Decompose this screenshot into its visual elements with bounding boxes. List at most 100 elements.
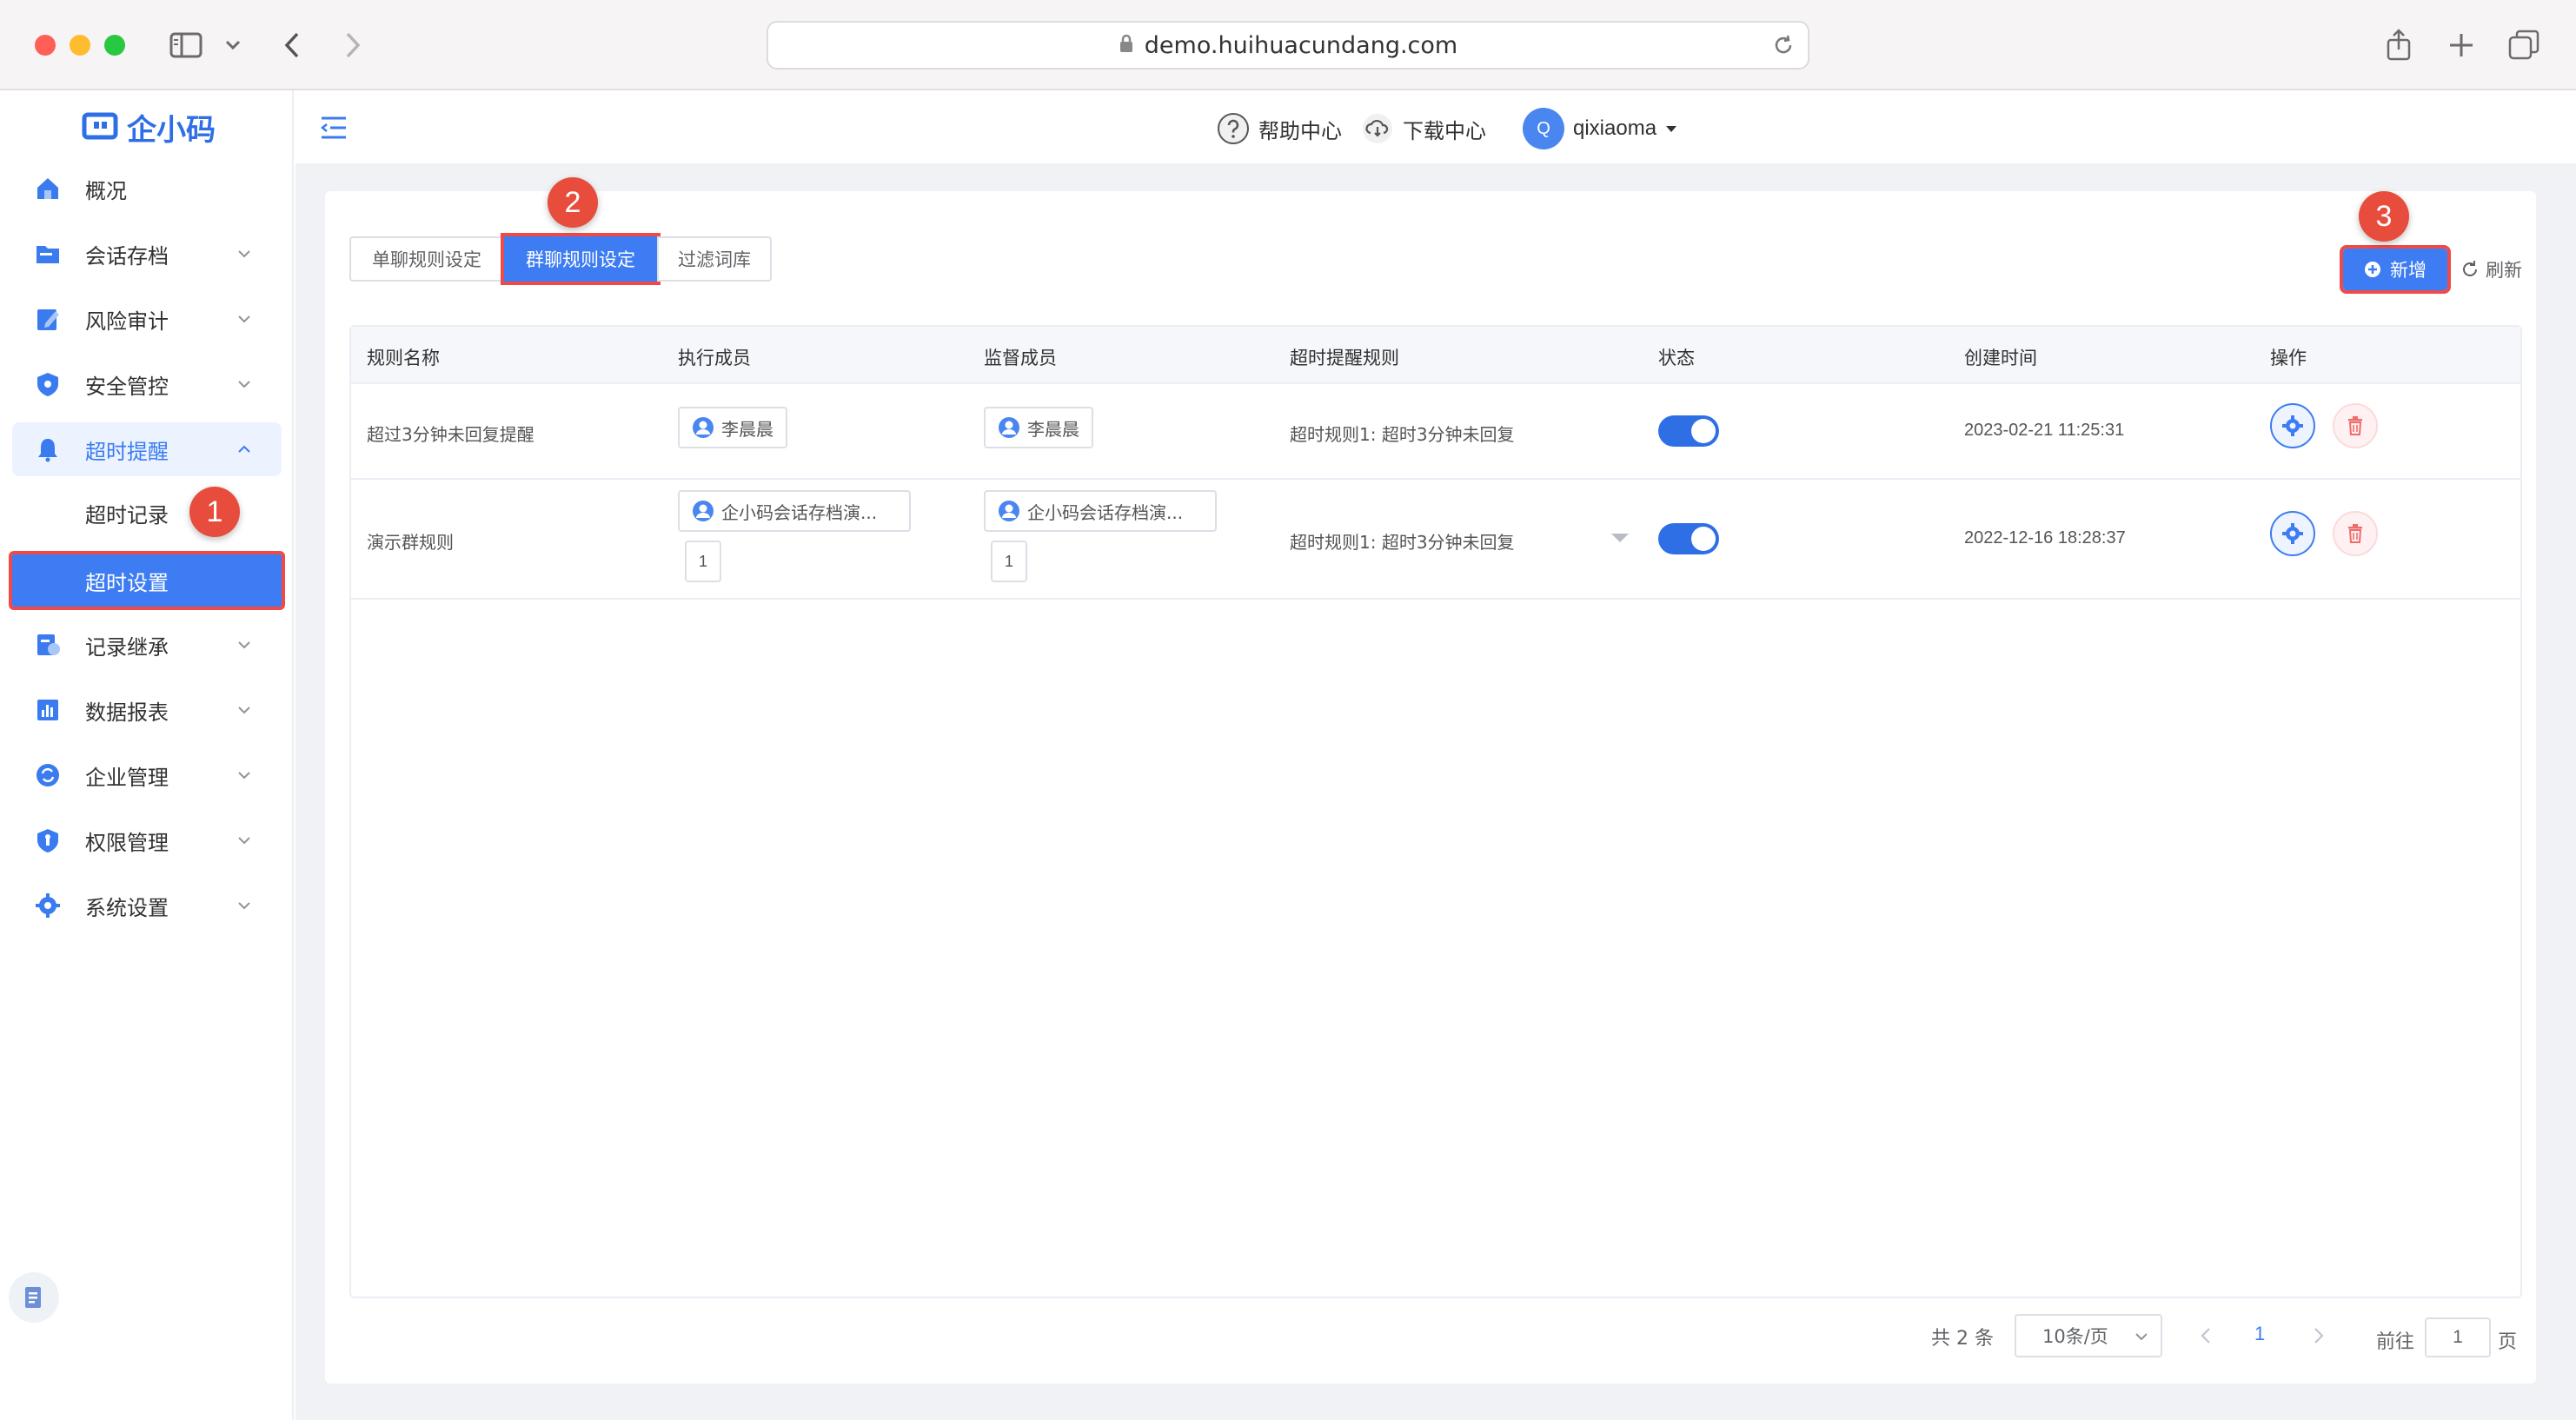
sidebar-item-record-inheritance[interactable]: 记录继承 (12, 618, 282, 672)
sidebar-subitem-timeout-records[interactable]: 超时记录 (12, 487, 282, 539)
edit-document-icon (37, 309, 59, 330)
sidebar-item-system-settings[interactable]: 系统设置 (12, 879, 282, 932)
browser-toolbar: demo.huihuacundang.com (0, 0, 2576, 90)
sidebar-subitem-timeout-settings[interactable]: 超时设置 (9, 551, 285, 610)
pagination-total: 共 2 条 (1931, 1328, 1994, 1350)
download-center-link[interactable]: 下载中心 (1361, 109, 1486, 148)
chevron-down-icon (238, 772, 250, 780)
document-fab[interactable] (9, 1272, 59, 1323)
status-toggle[interactable] (1658, 523, 1719, 554)
username: qixiaoma (1573, 116, 1657, 140)
sidebar-item-permission-management[interactable]: 权限管理 (12, 813, 282, 867)
sidebar-toggle-icon[interactable] (167, 24, 205, 66)
help-center-link[interactable]: 帮助中心 (1217, 109, 1342, 148)
column-header: 规则名称 (367, 348, 440, 368)
top-header: 帮助中心 下载中心 Q qixiaoma (295, 90, 2576, 165)
tab-group-chat-rules[interactable]: 群聊规则设定 (501, 233, 661, 285)
sidebar-item-session-archive[interactable]: 会话存档 (12, 227, 282, 281)
chevron-down-icon (238, 641, 250, 649)
logo-icon (82, 112, 118, 140)
add-button-label: 新增 (2390, 260, 2427, 281)
rules-table: 规则名称 执行成员 监督成员 超时提醒规则 状态 创建时间 操作 超过3分钟未回… (349, 325, 2522, 1298)
created-time: 2022-12-16 18:28:37 (1964, 528, 2126, 547)
back-icon[interactable] (276, 24, 308, 66)
goto-page-input[interactable]: 1 (2425, 1317, 2491, 1357)
address-bar[interactable]: demo.huihuacundang.com (767, 21, 1809, 70)
avatar: Q (1523, 108, 1564, 149)
sidebar-item-label: 系统设置 (85, 895, 169, 920)
sidebar-item-label: 风险审计 (85, 309, 169, 334)
status-toggle[interactable] (1658, 415, 1719, 447)
sidebar-item-label: 权限管理 (85, 830, 169, 855)
sidebar-item-data-reports[interactable]: 数据报表 (12, 683, 282, 737)
sidebar-subitem-label: 超时设置 (85, 570, 169, 595)
user-menu[interactable]: Q qixiaoma (1523, 108, 1677, 149)
forward-icon[interactable] (337, 24, 368, 66)
annotation-badge-2: 2 (548, 177, 598, 228)
prev-page-icon[interactable] (2197, 1326, 2216, 1345)
sidebar-item-timeout-reminder[interactable]: 超时提醒 (12, 422, 282, 476)
settings-button[interactable] (2270, 511, 2315, 556)
member-name: 企小码会话存档演... (1027, 501, 1184, 523)
user-icon (693, 501, 714, 521)
chevron-down-icon (238, 381, 250, 388)
settings-button[interactable] (2270, 403, 2315, 448)
sidebar-item-label: 概况 (85, 178, 127, 203)
close-window-button[interactable] (35, 35, 56, 56)
new-tab-icon[interactable] (2444, 24, 2479, 66)
current-page[interactable]: 1 (2254, 1323, 2265, 1345)
user-icon (999, 501, 1019, 521)
tab-single-chat-rules[interactable]: 单聊规则设定 (349, 236, 504, 282)
help-center-label: 帮助中心 (1258, 118, 1342, 143)
chevron-down-icon (238, 837, 250, 845)
chevron-down-icon[interactable] (221, 24, 245, 66)
delete-button[interactable] (2333, 403, 2378, 448)
table-header: 规则名称 执行成员 监督成员 超时提醒规则 状态 创建时间 操作 (351, 327, 2520, 384)
chevron-down-icon (238, 250, 250, 258)
chevron-up-icon (238, 445, 250, 453)
sidebar-item-risk-audit[interactable]: 风险审计 (12, 292, 282, 346)
zoom-window-button[interactable] (104, 35, 125, 56)
sidebar-item-label: 会话存档 (85, 243, 169, 269)
page-size-select[interactable]: 10条/页 (2015, 1314, 2162, 1357)
url-text: demo.huihuacundang.com (1144, 31, 1458, 59)
goto-label: 前往 (2376, 1331, 2415, 1353)
sidebar-item-label: 数据报表 (85, 700, 169, 725)
sidebar-item-overview[interactable]: 概况 (12, 162, 282, 216)
document-icon (25, 1287, 41, 1308)
next-page-icon[interactable] (2308, 1326, 2327, 1345)
add-button[interactable]: 新增 (2340, 245, 2451, 294)
delete-button[interactable] (2333, 511, 2378, 556)
reload-icon[interactable] (1771, 33, 1796, 61)
tab-overview-icon[interactable] (2506, 24, 2541, 66)
menu-collapse-icon[interactable] (320, 115, 348, 141)
home-icon (37, 178, 58, 199)
rule-name: 演示群规则 (367, 532, 454, 553)
caret-down-icon[interactable] (1610, 532, 1630, 544)
sidebar-item-enterprise-management[interactable]: 企业管理 (12, 748, 282, 802)
executor-count-chip: 1 (685, 541, 721, 582)
download-center-label: 下载中心 (1403, 118, 1486, 143)
caret-down-icon (1666, 126, 1677, 132)
column-header: 监督成员 (984, 348, 1057, 368)
member-name: 李晨晨 (1027, 418, 1079, 440)
trash-icon (2348, 416, 2362, 435)
logo[interactable]: 企小码 (82, 108, 216, 148)
column-header: 执行成员 (678, 348, 751, 368)
user-icon (693, 417, 714, 438)
lock-icon (1119, 32, 1134, 59)
tab-filter-words[interactable]: 过滤词库 (657, 236, 772, 282)
minimize-window-button[interactable] (70, 35, 90, 56)
bell-icon (38, 439, 57, 462)
share-icon[interactable] (2381, 24, 2416, 66)
sidebar-item-security-control[interactable]: 安全管控 (12, 357, 282, 411)
supervisor-count-chip: 1 (991, 541, 1027, 582)
folder-icon (37, 246, 59, 263)
shield-icon (37, 373, 58, 396)
annotation-badge-3: 3 (2359, 191, 2409, 242)
shield-lock-icon (37, 829, 58, 853)
refresh-button[interactable]: 刷新 (2460, 254, 2522, 285)
member-name: 李晨晨 (721, 418, 773, 440)
sidebar-item-label: 超时提醒 (85, 439, 169, 464)
timeout-rule: 超时规则1: 超时3分钟未回复 (1290, 532, 1515, 553)
